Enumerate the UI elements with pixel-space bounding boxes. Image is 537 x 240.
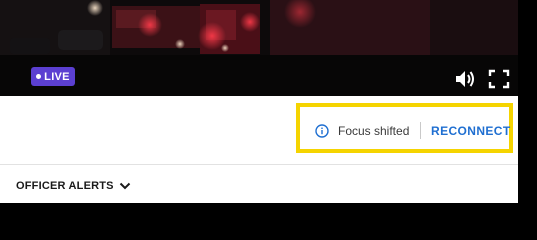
live-badge: LIVE bbox=[31, 67, 75, 86]
fullscreen-icon bbox=[488, 69, 510, 89]
volume-icon bbox=[456, 71, 474, 87]
fullscreen-button[interactable] bbox=[487, 68, 511, 90]
info-icon bbox=[315, 124, 329, 138]
officer-alerts-label: OFFICER ALERTS bbox=[16, 180, 114, 192]
control-panel: Focus shifted RECONNECT OFFICER ALERTS bbox=[0, 96, 518, 203]
live-dot-icon bbox=[36, 74, 42, 79]
chevron-down-icon bbox=[119, 182, 130, 190]
live-label: LIVE bbox=[44, 70, 70, 83]
right-edge bbox=[518, 0, 537, 203]
notice-separator bbox=[420, 122, 421, 139]
connection-notice: Focus shifted RECONNECT bbox=[296, 103, 513, 153]
reconnect-button[interactable]: RECONNECT bbox=[431, 124, 511, 138]
video-player[interactable]: LIVE bbox=[0, 0, 518, 96]
volume-button[interactable] bbox=[454, 68, 478, 90]
app-frame: LIVE Focus shifted RECONNECT OFFICER ALE… bbox=[0, 0, 537, 203]
officer-alerts-toggle[interactable]: OFFICER ALERTS bbox=[16, 178, 131, 194]
video-frame bbox=[0, 0, 518, 96]
section-divider bbox=[0, 164, 518, 165]
notice-message: Focus shifted bbox=[338, 124, 410, 138]
